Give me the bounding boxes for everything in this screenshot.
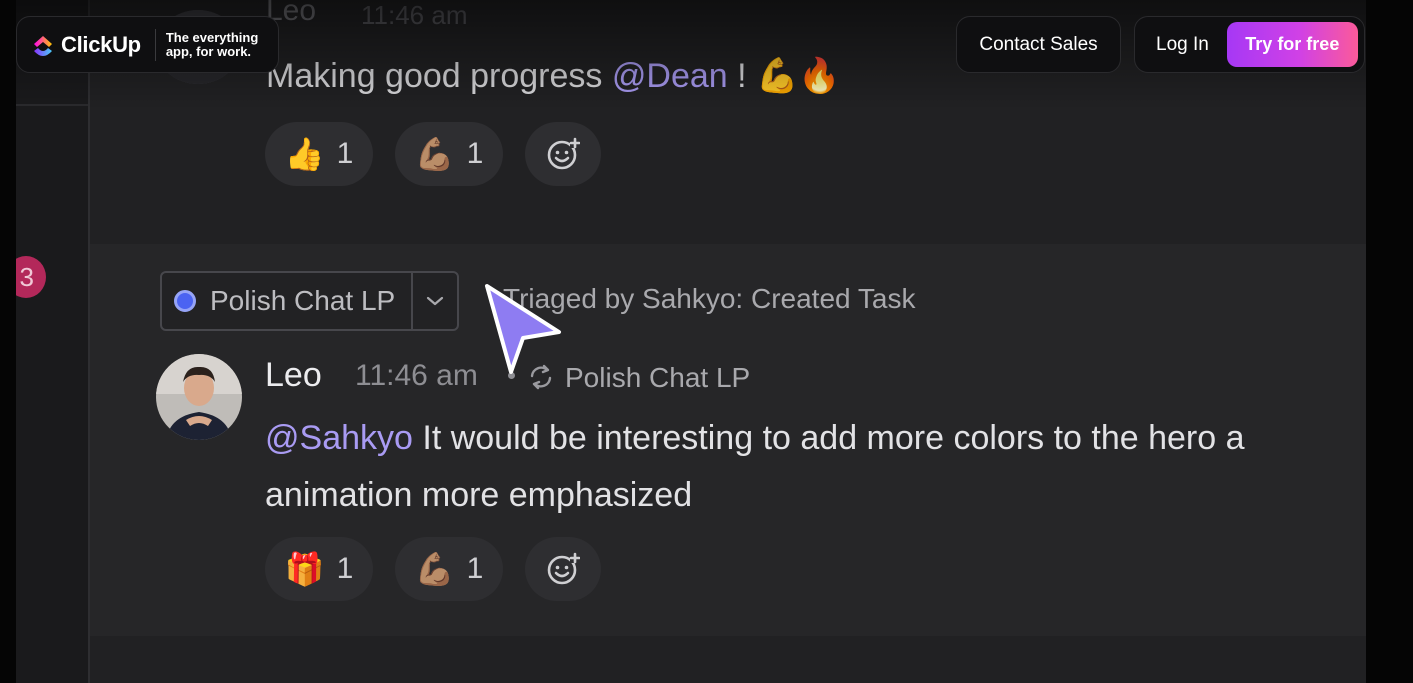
flexed-biceps-icon: 💪🏽: [414, 136, 455, 172]
brand-tagline: The everything app, for work.: [165, 29, 259, 59]
add-reaction-button[interactable]: [525, 537, 601, 601]
reaction-flexed-biceps[interactable]: 💪🏽 1: [395, 537, 503, 601]
task-link-pill[interactable]: Polish Chat LP: [160, 271, 460, 331]
contact-sales-button[interactable]: Contact Sales: [956, 16, 1121, 73]
mention-dean[interactable]: @Dean: [612, 57, 728, 95]
brand-name: ClickUp: [61, 31, 141, 57]
message-author[interactable]: Leo: [265, 356, 322, 395]
task-name: Polish Chat LP: [210, 285, 396, 316]
add-reaction-icon: [547, 552, 580, 585]
message-row-next: [90, 636, 1366, 683]
message-line-1-text: It would be interesting to add more colo…: [412, 419, 1245, 457]
avatar-leo[interactable]: [156, 354, 242, 440]
add-reaction-button[interactable]: [525, 122, 601, 186]
sidebar: [16, 0, 90, 683]
previous-reactions: 👍 1 💪🏽 1: [265, 122, 601, 186]
previous-text-after: ! 💪🔥: [727, 57, 841, 95]
reaction-count: 1: [336, 552, 354, 585]
pointer-cursor-icon: [485, 284, 561, 374]
reaction-thumbs-up[interactable]: 👍 1: [265, 122, 373, 186]
add-reaction-icon: [547, 137, 580, 170]
flexed-biceps-icon: 💪🏽: [414, 551, 455, 587]
reaction-count: 1: [466, 137, 484, 170]
reaction-flexed-biceps[interactable]: 💪🏽 1: [395, 122, 503, 186]
message-time: 11:46 am: [355, 359, 478, 392]
task-dropdown-button[interactable]: [411, 273, 457, 329]
try-for-free-button[interactable]: Try for free: [1226, 22, 1358, 67]
previous-message-text: Making good progress @Dean ! 💪🔥: [266, 56, 841, 96]
reaction-count: 1: [466, 552, 484, 585]
clickup-logo-icon: [34, 35, 52, 56]
previous-text-before: Making good progress: [266, 57, 612, 95]
gift-icon: 🎁: [284, 551, 325, 587]
triage-status-text: Triaged by Sahkyo: Created Task: [503, 283, 916, 314]
linked-task-link[interactable]: Polish Chat LP: [565, 362, 750, 394]
message-line-1: @Sahkyo It would be interesting to add m…: [265, 410, 1366, 467]
message-line-2: animation more emphasized: [265, 476, 693, 514]
message-reactions: 🎁 1 💪🏽 1: [265, 537, 601, 601]
clickup-logo-card[interactable]: ClickUp The everything app, for work.: [16, 16, 279, 73]
mention-sahkyo[interactable]: @Sahkyo: [265, 419, 413, 457]
reaction-gift[interactable]: 🎁 1: [265, 537, 373, 601]
previous-time: 11:46 am: [361, 0, 468, 30]
log-in-button[interactable]: Log In: [1156, 34, 1209, 56]
chat-stage: 3 Leo 11:46 am Making good progress @Dea…: [16, 0, 1366, 683]
sidebar-divider: [16, 104, 88, 106]
task-link-main[interactable]: Polish Chat LP: [162, 273, 411, 329]
thumbs-up-icon: 👍: [284, 136, 325, 172]
message-text: @Sahkyo It would be interesting to add m…: [265, 410, 1366, 524]
auth-card: Log In Try for free: [1134, 16, 1365, 73]
reaction-count: 1: [336, 137, 354, 170]
chevron-down-icon: [427, 296, 444, 306]
logo-divider: [154, 28, 156, 61]
status-dot-icon: [174, 290, 196, 312]
